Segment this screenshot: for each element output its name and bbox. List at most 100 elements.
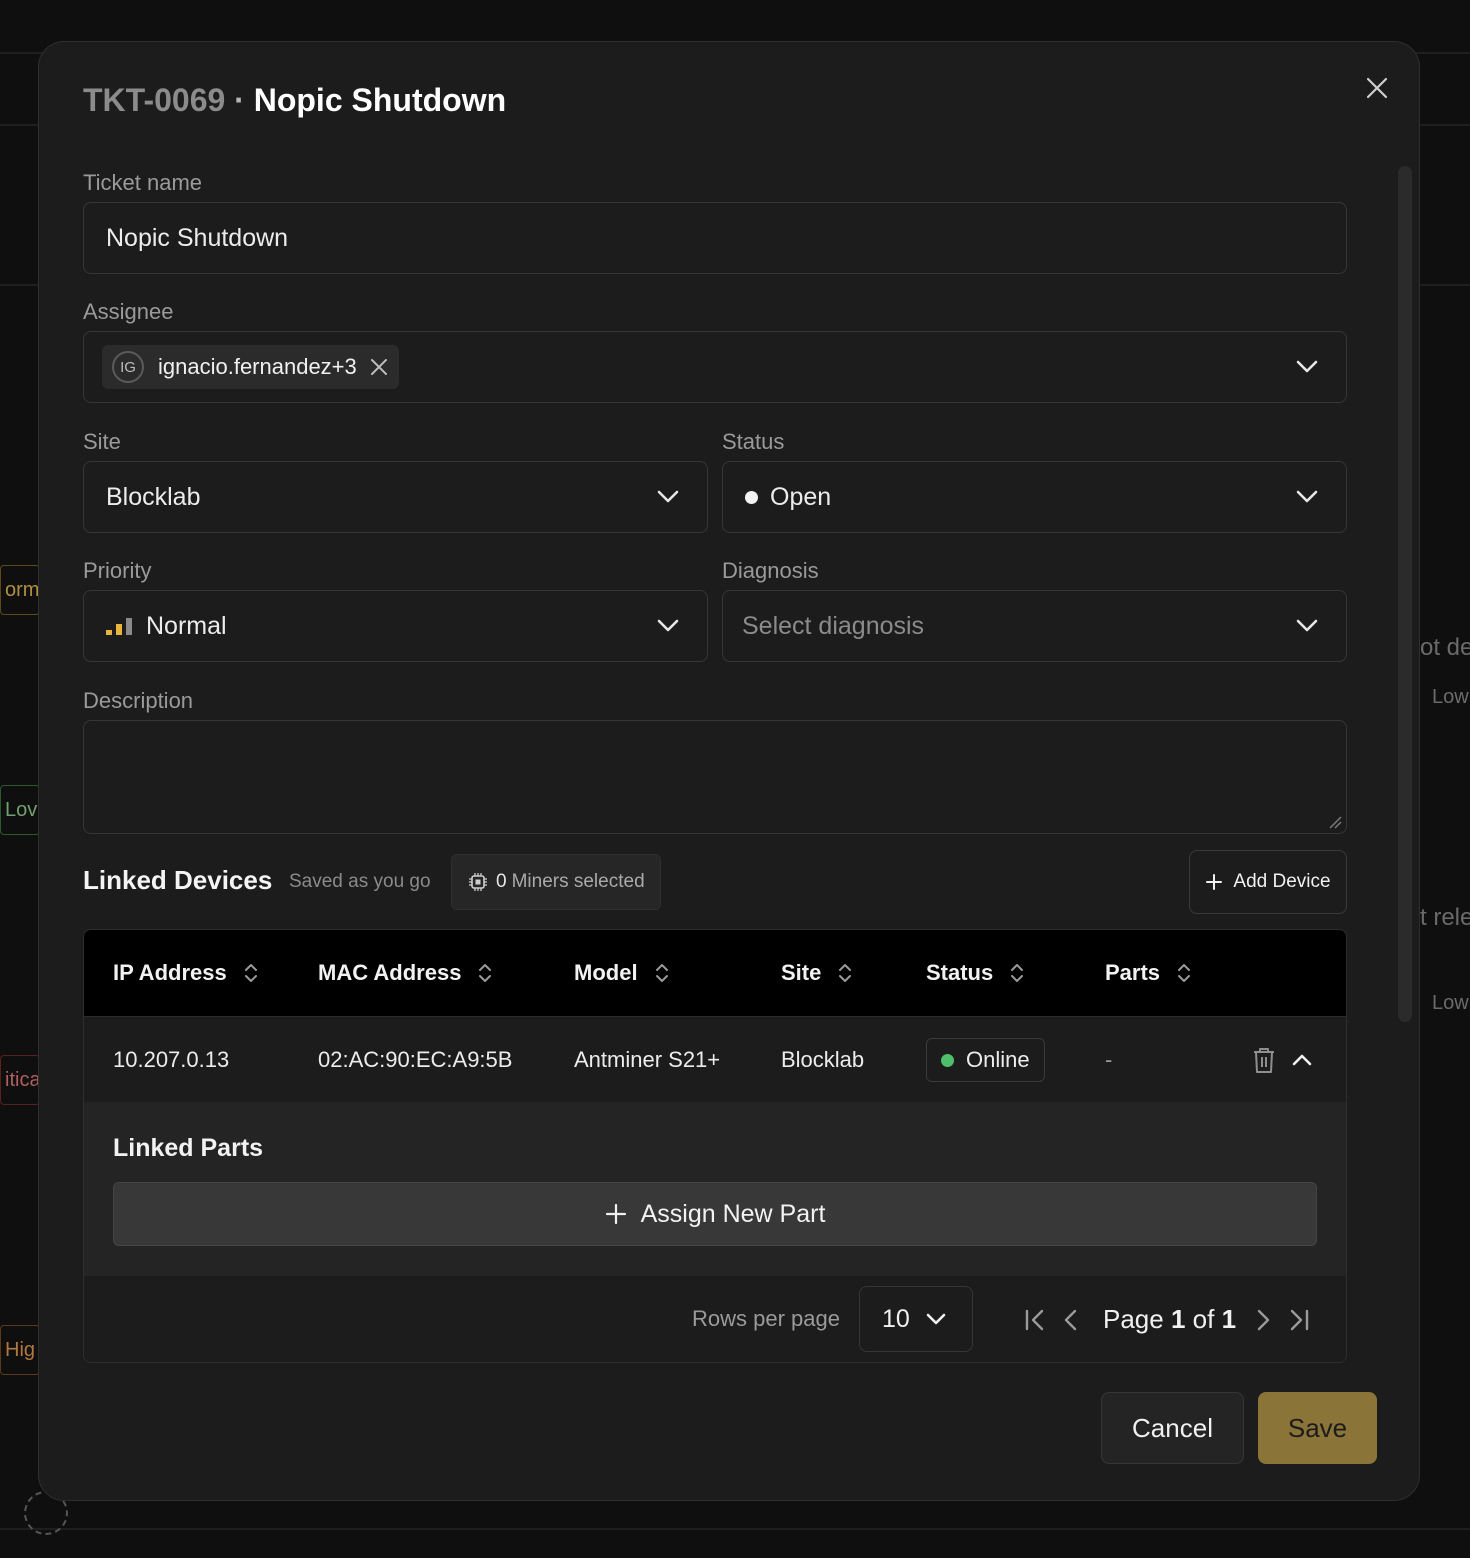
- sort-icon: [1011, 964, 1024, 982]
- linked-parts-title: Linked Parts: [113, 1134, 264, 1162]
- first-page-icon: [1025, 1309, 1044, 1331]
- last-page-icon: [1290, 1309, 1309, 1331]
- close-icon: [1366, 77, 1388, 99]
- sort-icon: [479, 964, 492, 982]
- first-page-button[interactable]: [1019, 1304, 1051, 1336]
- next-page-button[interactable]: [1247, 1304, 1279, 1336]
- chevron-down-icon: [1296, 490, 1318, 503]
- status-value: Open: [770, 482, 832, 511]
- chevron-down-icon: [926, 1313, 946, 1325]
- assignee-select[interactable]: IG ignacio.fernandez+3: [83, 331, 1347, 403]
- remove-chip-icon[interactable]: [369, 357, 389, 377]
- description-textarea[interactable]: [83, 720, 1347, 834]
- chevron-up-icon: [1292, 1054, 1312, 1066]
- ticket-title-name: Nopic Shutdown: [253, 82, 507, 118]
- ticket-name-input[interactable]: Nopic Shutdown: [83, 202, 1347, 274]
- miners-count: 0: [496, 871, 507, 892]
- miners-label: Miners selected: [511, 871, 645, 892]
- avatar: IG: [112, 351, 144, 383]
- priority-label: Priority: [83, 558, 152, 583]
- cancel-button[interactable]: Cancel: [1101, 1392, 1244, 1464]
- delete-row-button[interactable]: [1252, 1017, 1276, 1103]
- total-pages: 1: [1221, 1304, 1237, 1334]
- ticket-name-label: Ticket name: [83, 170, 203, 195]
- site-label: Site: [83, 429, 121, 454]
- column-header-parts[interactable]: Parts: [1105, 930, 1192, 1016]
- column-header-site[interactable]: Site: [781, 930, 853, 1016]
- cell-parts: -: [1105, 1047, 1113, 1072]
- column-header-status[interactable]: Status: [926, 930, 1025, 1016]
- priority-select[interactable]: Normal: [83, 590, 708, 662]
- dialog-title: TKT-0069 · Nopic Shutdown: [83, 82, 506, 119]
- online-dot-icon: [941, 1053, 954, 1067]
- bg-text: Low: [1432, 992, 1469, 1014]
- cell-ip: 10.207.0.13: [113, 1047, 230, 1072]
- cell-site: Blocklab: [781, 1047, 865, 1072]
- plus-icon: [1206, 874, 1223, 890]
- site-value: Blocklab: [106, 482, 201, 511]
- pagination: Rows per page 10 Page 1 of 1: [84, 1276, 1346, 1362]
- status-dot-icon: [745, 490, 758, 504]
- column-label: MAC Address: [318, 960, 462, 985]
- assignee-chip-label: ignacio.fernandez+3: [158, 354, 357, 379]
- chevron-left-icon: [1064, 1309, 1077, 1331]
- bg-priority-chip: Hig: [0, 1325, 40, 1375]
- title-separator: ·: [225, 82, 254, 118]
- column-header-ip[interactable]: IP Address: [113, 930, 259, 1016]
- previous-page-button[interactable]: [1055, 1304, 1087, 1336]
- add-device-label: Add Device: [1233, 871, 1331, 892]
- column-label: Model: [574, 960, 638, 985]
- column-label: IP Address: [113, 960, 227, 985]
- chevron-down-icon: [1296, 619, 1318, 632]
- signal-bars-icon: [106, 618, 132, 635]
- status-badge-label: Online: [966, 1047, 1030, 1072]
- save-button[interactable]: Save: [1258, 1392, 1377, 1464]
- table-header: IP Address MAC Address Model Site Status…: [84, 930, 1346, 1016]
- last-page-button[interactable]: [1283, 1304, 1315, 1336]
- column-label: Site: [781, 960, 822, 985]
- trash-icon: [1254, 1048, 1274, 1073]
- column-label: Status: [926, 960, 994, 985]
- ticket-id: TKT-0069: [83, 82, 226, 118]
- status-badge: Online: [926, 1038, 1045, 1082]
- bg-text: Low: [1432, 686, 1469, 708]
- bg-text: t rele: [1420, 904, 1470, 931]
- status-label: Status: [722, 429, 785, 454]
- edit-ticket-dialog: TKT-0069 · Nopic Shutdown Ticket name No…: [38, 41, 1420, 1501]
- status-select[interactable]: Open: [722, 461, 1347, 533]
- bg-text: ot de: [1420, 634, 1470, 661]
- diagnosis-label: Diagnosis: [722, 558, 819, 583]
- column-header-mac[interactable]: MAC Address: [318, 930, 493, 1016]
- assignee-label: Assignee: [83, 299, 174, 324]
- miners-selected-badge: 0 Miners selected: [451, 854, 661, 910]
- scrollbar-thumb[interactable]: [1398, 166, 1412, 1022]
- close-button[interactable]: [1361, 72, 1393, 104]
- bg-priority-chip: Lov: [0, 785, 40, 835]
- column-header-model[interactable]: Model: [574, 930, 670, 1016]
- add-device-button[interactable]: Add Device: [1189, 850, 1347, 914]
- resize-handle-icon[interactable]: [1328, 815, 1342, 829]
- column-label: Parts: [1105, 960, 1161, 985]
- page-indicator: Page 1 of 1: [1103, 1304, 1236, 1335]
- collapse-row-button[interactable]: [1292, 1017, 1312, 1103]
- sort-icon: [1178, 964, 1191, 982]
- diagnosis-placeholder: Select diagnosis: [742, 611, 925, 640]
- table-row: 10.207.0.13 02:AC:90:EC:A9:5B Antminer S…: [84, 1016, 1346, 1102]
- current-page: 1: [1170, 1304, 1186, 1334]
- assign-new-part-label: Assign New Part: [640, 1199, 826, 1228]
- rows-per-page-select[interactable]: 10: [859, 1286, 973, 1352]
- cell-model: Antminer S21+: [574, 1047, 721, 1072]
- diagnosis-select[interactable]: Select diagnosis: [722, 590, 1347, 662]
- chevron-down-icon: [657, 490, 679, 503]
- cell-mac: 02:AC:90:EC:A9:5B: [318, 1047, 513, 1072]
- bg-priority-chip: itica: [0, 1055, 41, 1105]
- site-select[interactable]: Blocklab: [83, 461, 708, 533]
- linked-devices-title: Linked Devices: [83, 865, 273, 895]
- assign-new-part-button[interactable]: Assign New Part: [113, 1182, 1317, 1246]
- chevron-right-icon: [1257, 1309, 1270, 1331]
- saved-note: Saved as you go: [289, 871, 431, 892]
- linked-parts-panel: Linked Parts Assign New Part: [84, 1102, 1346, 1276]
- sort-icon: [655, 964, 668, 982]
- rows-per-page-value: 10: [882, 1304, 910, 1333]
- linked-devices-table: IP Address MAC Address Model Site Status…: [83, 929, 1347, 1363]
